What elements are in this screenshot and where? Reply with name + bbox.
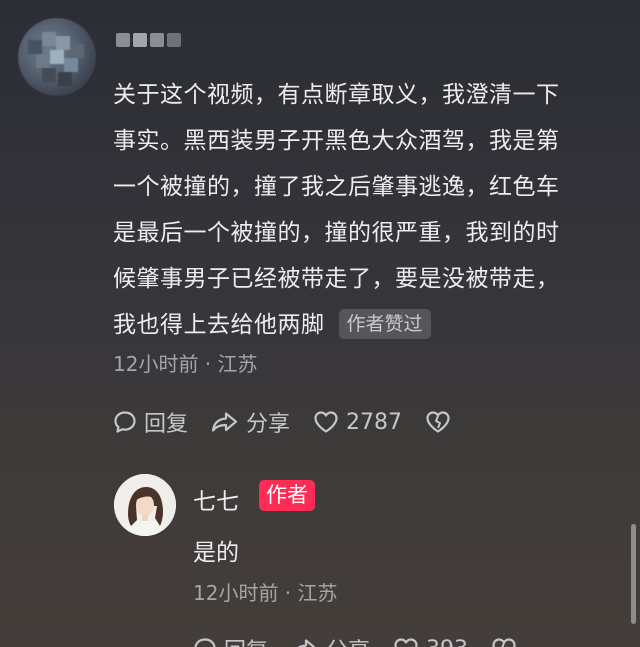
reply-dislike-button[interactable] bbox=[490, 636, 524, 647]
comment-meta: 12小时前 · 江苏 bbox=[113, 352, 258, 376]
reply-button[interactable]: 回复 bbox=[112, 406, 188, 438]
comment-action-bar: 回复 分享 2787 bbox=[112, 406, 480, 438]
heart-icon bbox=[394, 638, 418, 647]
reply-action-bar: 回复 分享 393 bbox=[192, 633, 546, 647]
reply-meta: 12小时前 · 江苏 bbox=[193, 581, 338, 605]
like-button[interactable]: 2787 bbox=[312, 409, 402, 435]
reply-author-avatar[interactable] bbox=[114, 474, 176, 536]
comment-text-line: 我也得上去给他两脚 bbox=[113, 312, 325, 338]
speech-bubble-icon bbox=[114, 411, 136, 433]
author-liked-badge: 作者赞过 bbox=[338, 309, 431, 339]
commenter-avatar[interactable] bbox=[18, 18, 96, 96]
reply-label: 回复 bbox=[144, 412, 189, 437]
like-count: 2787 bbox=[346, 409, 403, 435]
share-arrow-icon bbox=[297, 639, 316, 647]
author-badge: 作者 bbox=[259, 480, 315, 511]
reply-like-button[interactable]: 393 bbox=[392, 636, 468, 647]
broken-heart-icon bbox=[426, 411, 450, 433]
reply-text: 是的 bbox=[193, 540, 239, 566]
comment-text-line: 一个被撞的，撞了我之后肇事逃逸，红色车 bbox=[113, 174, 560, 200]
reply-author-name[interactable]: 七七 bbox=[193, 482, 239, 516]
share-button[interactable]: 分享 bbox=[210, 406, 290, 438]
dislike-button[interactable] bbox=[424, 409, 458, 435]
reply-share-label: 分享 bbox=[326, 633, 370, 647]
comment-text-line: 关于这个视频，有点断章取义，我澄清一下 bbox=[113, 82, 560, 108]
scrollbar[interactable] bbox=[631, 524, 636, 624]
girl-portrait-icon bbox=[114, 474, 176, 536]
comment-text: 关于这个视频，有点断章取义，我澄清一下 事实。黑西装男子开黑色大众酒驾，我是第 … bbox=[113, 72, 613, 348]
broken-heart-icon bbox=[492, 638, 516, 647]
reply-reply-label: 回复 bbox=[224, 633, 268, 647]
share-label: 分享 bbox=[246, 412, 291, 437]
reply-share-button[interactable]: 分享 bbox=[290, 633, 370, 647]
comment-text-line: 候肇事男子已经被带走了，要是没被带走， bbox=[113, 266, 560, 292]
comment-text-last-line: 我也得上去给他两脚 作者赞过 bbox=[113, 302, 613, 348]
commenter-username-blurred[interactable] bbox=[116, 31, 186, 49]
reply-like-count: 393 bbox=[426, 637, 468, 647]
comment-text-line: 是最后一个被撞的，撞的很严重，我到的时 bbox=[113, 220, 560, 246]
comment-text-line: 事实。黑西装男子开黑色大众酒驾，我是第 bbox=[113, 128, 560, 154]
share-arrow-icon bbox=[211, 412, 238, 432]
reply-reply-button[interactable]: 回复 bbox=[192, 633, 268, 647]
speech-bubble-icon bbox=[194, 638, 216, 647]
heart-icon bbox=[314, 411, 338, 433]
